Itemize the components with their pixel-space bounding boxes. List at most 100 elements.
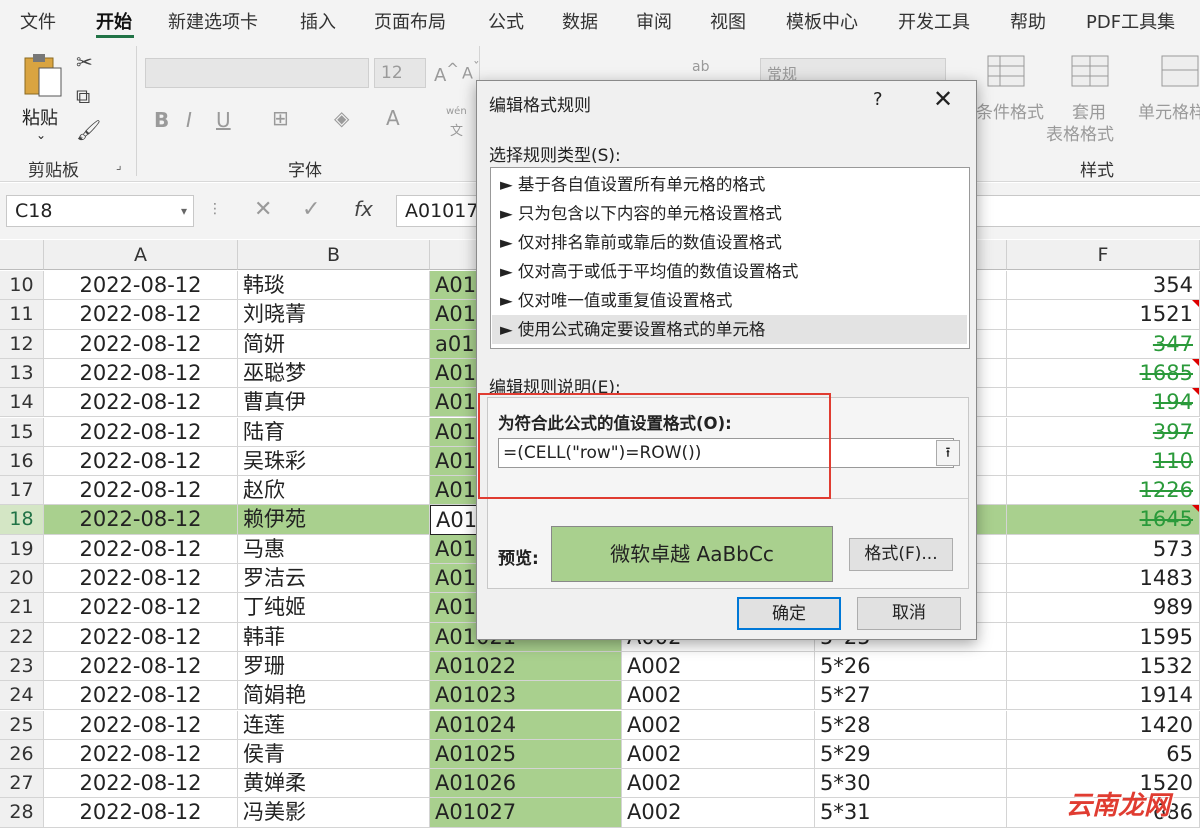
cell-name[interactable]: 罗洁云 [238, 564, 430, 594]
cell-value[interactable]: 1685 [1007, 358, 1200, 389]
cell-date[interactable]: 2022-08-12 [44, 564, 238, 594]
cell-value[interactable]: 65 [1007, 739, 1200, 770]
row-number[interactable]: 20 [0, 564, 44, 594]
row-number[interactable]: 28 [0, 798, 44, 828]
rule-type-item[interactable]: ► 只为包含以下内容的单元格设置格式 [492, 199, 967, 228]
rule-type-item-selected[interactable]: ► 使用公式确定要设置格式的单元格 [492, 315, 967, 344]
collapse-dialog-button[interactable]: ⭱ [936, 440, 960, 466]
tab-view[interactable]: 视图 [710, 8, 746, 34]
tab-developer[interactable]: 开发工具 [898, 8, 970, 34]
tab-page-layout[interactable]: 页面布局 [374, 8, 446, 34]
cell-group[interactable]: A002 [622, 739, 815, 770]
cell-value[interactable]: 573 [1007, 534, 1200, 564]
cell-date[interactable]: 2022-08-12 [44, 417, 238, 447]
row-number[interactable]: 25 [0, 710, 44, 740]
cell-name[interactable]: 连莲 [238, 710, 430, 740]
cell-name[interactable]: 简娟艳 [238, 681, 430, 711]
row-number[interactable]: 24 [0, 681, 44, 711]
row-number[interactable]: 22 [0, 622, 44, 652]
cancel-button[interactable]: 取消 [857, 597, 961, 630]
row-number[interactable]: 23 [0, 651, 44, 682]
cell-name[interactable]: 黄婵柔 [238, 769, 430, 799]
format-painter-icon[interactable]: 🖌 [76, 120, 101, 140]
row-number[interactable]: 26 [0, 739, 44, 770]
cell-name[interactable]: 巫聪梦 [238, 358, 430, 389]
row-number[interactable]: 18 [0, 505, 44, 535]
cell-value[interactable]: 397 [1007, 417, 1200, 447]
cell-name[interactable]: 曹真伊 [238, 388, 430, 418]
cell-spec[interactable]: 5*30 [815, 769, 1007, 799]
underline-icon[interactable]: U [216, 110, 231, 130]
tab-review[interactable]: 审阅 [636, 8, 672, 34]
bold-icon[interactable]: B [154, 110, 169, 130]
cell-value[interactable]: 354 [1007, 271, 1200, 301]
rule-type-item[interactable]: ► 仅对高于或低于平均值的数值设置格式 [492, 257, 967, 286]
cell-value[interactable]: 1595 [1007, 622, 1200, 652]
font-size-box[interactable]: 12 [374, 58, 426, 88]
enter-icon[interactable]: ✓ [302, 197, 320, 222]
cell-name[interactable]: 丁纯姬 [238, 593, 430, 623]
row-number[interactable]: 11 [0, 300, 44, 330]
cell-value[interactable]: 1521 [1007, 300, 1200, 330]
grow-font-icon[interactable]: A^ [434, 62, 459, 85]
copy-icon[interactable]: ⧉ [76, 86, 90, 106]
cell-code[interactable]: A01024 [430, 710, 622, 740]
select-all-corner[interactable] [0, 240, 44, 270]
tab-home[interactable]: 开始 [96, 8, 132, 34]
row-number[interactable]: 13 [0, 358, 44, 389]
cell-date[interactable]: 2022-08-12 [44, 358, 238, 389]
cell-spec[interactable]: 5*28 [815, 710, 1007, 740]
border-icon[interactable]: ⊞ [272, 108, 289, 128]
rule-type-item[interactable]: ► 基于各自值设置所有单元格的格式 [492, 170, 967, 199]
cell-date[interactable]: 2022-08-12 [44, 593, 238, 623]
row-number[interactable]: 10 [0, 271, 44, 301]
tab-help[interactable]: 帮助 [1010, 8, 1046, 34]
tab-template[interactable]: 模板中心 [786, 8, 858, 34]
cut-icon[interactable]: ✂ [76, 52, 93, 72]
cell-code[interactable]: A01023 [430, 681, 622, 711]
row-number[interactable]: 19 [0, 534, 44, 564]
cell-date[interactable]: 2022-08-12 [44, 300, 238, 330]
cell-value[interactable]: 1483 [1007, 564, 1200, 594]
cell-name[interactable]: 赵欣 [238, 476, 430, 506]
font-name-box[interactable] [145, 58, 369, 88]
cell-name[interactable]: 刘晓菁 [238, 300, 430, 330]
cell-date[interactable]: 2022-08-12 [44, 739, 238, 770]
row-number[interactable]: 17 [0, 476, 44, 506]
tab-pdf-tools[interactable]: PDF工具集 [1086, 8, 1175, 34]
cell-name[interactable]: 马惠 [238, 534, 430, 564]
cell-date[interactable]: 2022-08-12 [44, 798, 238, 828]
cell-date[interactable]: 2022-08-12 [44, 534, 238, 564]
dialog-launcher-icon[interactable]: ⌟ [116, 158, 122, 172]
format-button[interactable]: 格式(F)... [849, 538, 953, 571]
shrink-font-icon[interactable]: Aˇ [462, 62, 480, 81]
ok-button[interactable]: 确定 [737, 597, 841, 630]
help-button[interactable]: ? [873, 89, 883, 110]
cell-value[interactable]: 1914 [1007, 681, 1200, 711]
cell-value[interactable]: 1645 [1007, 505, 1200, 535]
row-number[interactable]: 16 [0, 446, 44, 477]
cell-date[interactable]: 2022-08-12 [44, 388, 238, 418]
cell-name[interactable]: 韩琰 [238, 271, 430, 301]
cell-value[interactable]: 1420 [1007, 710, 1200, 740]
name-box[interactable]: C18 ▾ [6, 195, 194, 227]
cell-name[interactable]: 侯青 [238, 739, 430, 770]
cell-value[interactable]: 1532 [1007, 651, 1200, 682]
cell-spec[interactable]: 5*29 [815, 739, 1007, 770]
fx-icon[interactable]: fx [354, 197, 373, 221]
cell-date[interactable]: 2022-08-12 [44, 769, 238, 799]
column-header-f[interactable]: F [1007, 240, 1200, 270]
column-header-b[interactable]: B [238, 240, 430, 270]
tab-file[interactable]: 文件 [20, 8, 56, 34]
cell-date[interactable]: 2022-08-12 [44, 476, 238, 506]
cell-date[interactable]: 2022-08-12 [44, 446, 238, 477]
cell-date[interactable]: 2022-08-12 [44, 681, 238, 711]
row-number[interactable]: 21 [0, 593, 44, 623]
cell-date[interactable]: 2022-08-12 [44, 329, 238, 359]
cell-spec[interactable]: 5*27 [815, 681, 1007, 711]
font-color-icon[interactable]: A [386, 108, 400, 128]
row-number[interactable]: 15 [0, 417, 44, 447]
cell-value[interactable]: 194 [1007, 388, 1200, 418]
cell-value[interactable]: 1226 [1007, 476, 1200, 506]
cell-group[interactable]: A002 [622, 798, 815, 828]
